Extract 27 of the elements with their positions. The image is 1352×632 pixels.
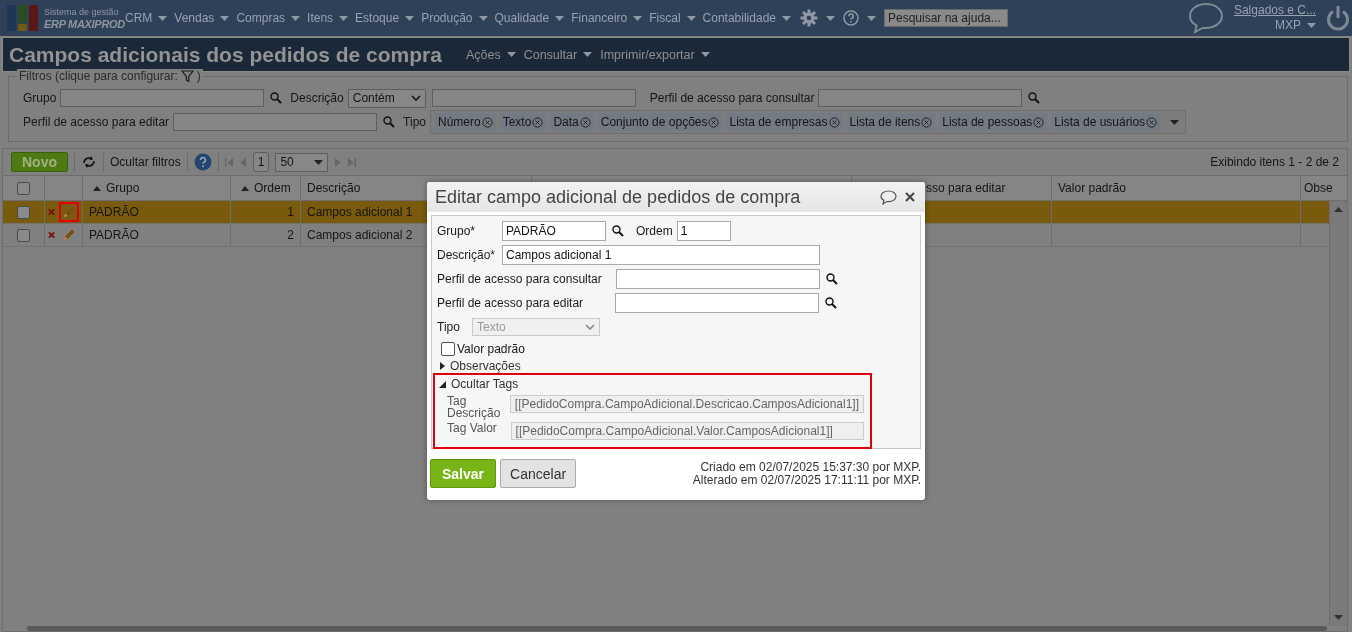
table-cell: PADRÃO [89, 205, 139, 219]
filters-legend-end: ) [196, 69, 201, 83]
table-cell: Campos adicional 1 [307, 205, 413, 219]
altered-info: Alterado em 02/07/2025 17:11:11 por MXP. [692, 473, 921, 487]
table-cell: 2 [287, 228, 294, 242]
field-label: Grupo [23, 91, 57, 105]
table-cell: Campos adicional 2 [307, 228, 413, 242]
field-label: Tipo [403, 115, 426, 129]
field-label: Grupo* [437, 224, 477, 238]
page-title: Campos adicionais dos pedidos de compra [9, 42, 442, 67]
dialog-title: Editar campo adicional de pedidos de compra [435, 186, 801, 208]
field-label: Perfil de acesso para consultar [437, 272, 603, 286]
field-label: Perfil de acesso para editar [23, 115, 170, 129]
brand-name: ERP MAXIPROD [44, 18, 125, 30]
field-label: Perfil de acesso para editar [437, 296, 585, 310]
table-cell: 1 [287, 205, 294, 219]
field-label: Perfil de acesso para consultar [649, 91, 815, 105]
items-summary: Exibindo itens 1 - 2 de 2 [1210, 155, 1339, 169]
tag-label: Tag Valor [446, 422, 498, 434]
brand-subtitle: Sistema de gestão [44, 6, 120, 18]
field-label: Descrição* [437, 248, 497, 262]
created-info: Criado em 02/07/2025 15:37:30 por MXP. [700, 460, 921, 474]
tag-label: Tag Descrição [446, 395, 502, 419]
field-label: Ordem [636, 224, 673, 238]
field-label: Descrição [290, 91, 344, 105]
table-cell: PADRÃO [89, 228, 139, 242]
field-label: Tipo [437, 320, 461, 334]
